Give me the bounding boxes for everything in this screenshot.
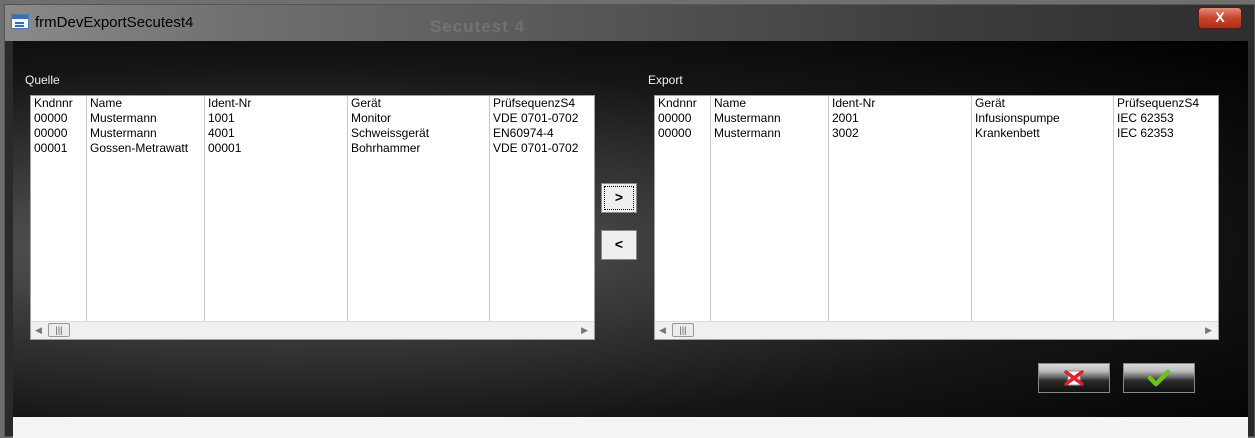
cancel-button[interactable] <box>1038 363 1110 393</box>
source-row-2-name[interactable]: Mustermann <box>87 126 204 141</box>
move-to-export-button[interactable]: > <box>601 183 637 213</box>
source-row-3-pruefsequenz[interactable]: VDE 0701-0702 <box>490 141 594 156</box>
source-row-3-kndnnr[interactable]: 00001 <box>31 141 86 156</box>
export-col-name: Name Mustermann Mustermann <box>711 96 829 322</box>
column-header[interactable]: Ident-Nr <box>829 96 971 111</box>
export-label: Export <box>648 73 683 87</box>
source-row-1-kndnnr[interactable]: 00000 <box>31 111 86 126</box>
source-row-3-ident[interactable]: 00001 <box>205 141 347 156</box>
scroll-thumb[interactable]: ||| <box>672 323 694 337</box>
source-col-pruefsequenz: PrüfsequenzS4 VDE 0701-0702 EN60974-4 VD… <box>490 96 594 322</box>
export-row-1-name[interactable]: Mustermann <box>711 111 828 126</box>
source-col-name: Name Mustermann Mustermann Gossen-Metraw… <box>87 96 205 322</box>
status-bar <box>13 417 1248 438</box>
background-caption: Secutest 4 <box>430 17 526 36</box>
export-row-2-geraet[interactable]: Krankenbett <box>972 126 1113 141</box>
close-icon: X <box>1215 9 1225 25</box>
close-button[interactable]: X <box>1198 7 1242 29</box>
source-col-kndnnr: Kndnnr 00000 00000 00001 <box>31 96 87 322</box>
source-row-2-pruefsequenz[interactable]: EN60974-4 <box>490 126 594 141</box>
export-horizontal-scrollbar[interactable]: ◀ ||| ▶ <box>655 321 1218 339</box>
scroll-left-icon[interactable]: ◀ <box>659 325 666 336</box>
move-to-source-button[interactable]: < <box>601 230 637 260</box>
export-row-2-pruefsequenz[interactable]: IEC 62353 <box>1114 126 1218 141</box>
scroll-left-icon[interactable]: ◀ <box>35 325 42 336</box>
export-col-kndnnr: Kndnnr 00000 00000 <box>655 96 711 322</box>
source-row-2-ident[interactable]: 4001 <box>205 126 347 141</box>
source-col-geraet: Gerät Monitor Schweissgerät Bohrhammer <box>348 96 490 322</box>
source-row-1-ident[interactable]: 1001 <box>205 111 347 126</box>
column-header[interactable]: Kndnnr <box>31 96 86 111</box>
green-check-icon <box>1147 369 1171 387</box>
source-col-ident: Ident-Nr 1001 4001 00001 <box>205 96 348 322</box>
export-col-ident: Ident-Nr 2001 3002 <box>829 96 972 322</box>
export-col-pruefsequenz: PrüfsequenzS4 IEC 62353 IEC 62353 <box>1114 96 1218 322</box>
source-row-2-geraet[interactable]: Schweissgerät <box>348 126 489 141</box>
form-icon <box>11 14 29 29</box>
export-row-2-name[interactable]: Mustermann <box>711 126 828 141</box>
source-row-1-pruefsequenz[interactable]: VDE 0701-0702 <box>490 111 594 126</box>
source-listbox[interactable]: Kndnnr 00000 00000 00001 Name Mustermann… <box>30 95 595 340</box>
source-row-3-name[interactable]: Gossen-Metrawatt <box>87 141 204 156</box>
window-title: frmDevExportSecutest4 <box>35 14 194 31</box>
export-row-2-kndnnr[interactable]: 00000 <box>655 126 710 141</box>
title-bar[interactable]: frmDevExportSecutest4 Secutest 4 X <box>5 5 1254 41</box>
scroll-thumb[interactable]: ||| <box>48 323 70 337</box>
ok-button[interactable] <box>1123 363 1195 393</box>
scroll-right-icon[interactable]: ▶ <box>1205 325 1212 336</box>
red-x-icon <box>1064 370 1084 386</box>
dialog-client-area: Quelle Kndnnr 00000 00000 00001 Name Mus… <box>13 41 1248 417</box>
export-row-2-ident[interactable]: 3002 <box>829 126 971 141</box>
column-header[interactable]: Ident-Nr <box>205 96 347 111</box>
column-header[interactable]: Gerät <box>348 96 489 111</box>
source-row-1-geraet[interactable]: Monitor <box>348 111 489 126</box>
export-row-1-pruefsequenz[interactable]: IEC 62353 <box>1114 111 1218 126</box>
source-row-2-kndnnr[interactable]: 00000 <box>31 126 86 141</box>
column-header[interactable]: PrüfsequenzS4 <box>1114 96 1218 111</box>
export-col-geraet: Gerät Infusionspumpe Krankenbett <box>972 96 1114 322</box>
source-row-1-name[interactable]: Mustermann <box>87 111 204 126</box>
column-header[interactable]: Name <box>711 96 828 111</box>
export-listbox[interactable]: Kndnnr 00000 00000 Name Mustermann Muste… <box>654 95 1219 340</box>
source-horizontal-scrollbar[interactable]: ◀ ||| ▶ <box>31 321 594 339</box>
export-row-1-geraet[interactable]: Infusionspumpe <box>972 111 1113 126</box>
source-row-3-geraet[interactable]: Bohrhammer <box>348 141 489 156</box>
export-row-1-kndnnr[interactable]: 00000 <box>655 111 710 126</box>
export-row-1-ident[interactable]: 2001 <box>829 111 971 126</box>
column-header[interactable]: PrüfsequenzS4 <box>490 96 594 111</box>
column-header[interactable]: Kndnnr <box>655 96 710 111</box>
export-dialog-window: frmDevExportSecutest4 Secutest 4 X Quell… <box>4 4 1255 438</box>
scroll-right-icon[interactable]: ▶ <box>581 325 588 336</box>
source-label: Quelle <box>25 73 60 87</box>
column-header[interactable]: Name <box>87 96 204 111</box>
column-header[interactable]: Gerät <box>972 96 1113 111</box>
